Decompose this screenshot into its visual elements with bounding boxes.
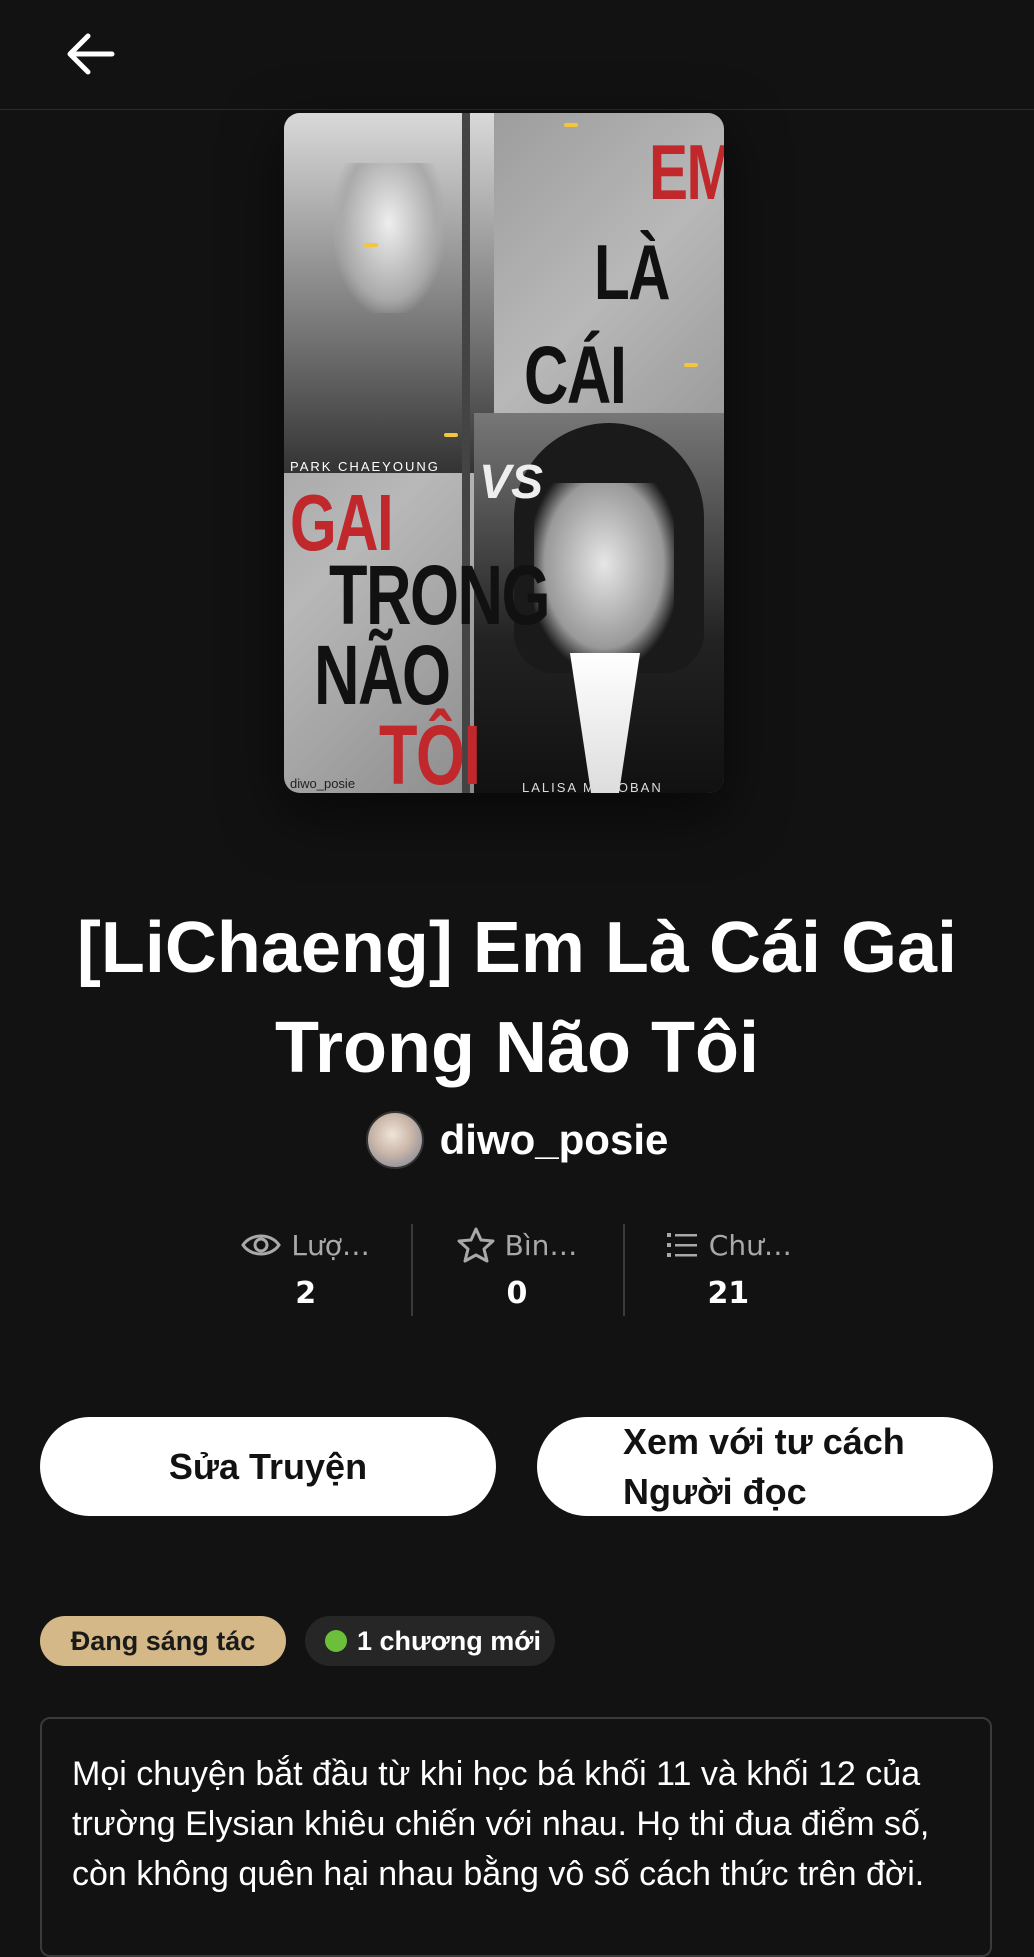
avatar — [365, 1111, 424, 1169]
arrow-left-icon — [67, 33, 115, 75]
top-bar — [0, 0, 1034, 110]
story-stats: Lượ… 2 Bìn… 0 Chư… 21 — [200, 1222, 834, 1318]
status-badge-label: Đang sáng tác — [70, 1625, 256, 1656]
author-name: diwo_posie — [439, 1116, 669, 1163]
stat-value: 0 — [506, 1276, 528, 1311]
cover-word: TÔI — [379, 708, 481, 793]
star-icon — [457, 1227, 495, 1263]
story-description: Mọi chuyện bắt đầu từ khi học bá khối 11… — [40, 1717, 992, 1957]
view-as-reader-button[interactable]: Xem với tư cách Người đọc — [537, 1417, 993, 1516]
view-as-reader-label-line2: Người đọc — [623, 1470, 807, 1512]
cover-vs: VS — [479, 456, 544, 509]
cover-portrait-b — [534, 483, 674, 663]
view-as-reader-label-line1: Xem với tư cách — [623, 1420, 905, 1462]
eye-icon — [241, 1234, 282, 1256]
cover-credit: diwo_posie — [290, 776, 356, 791]
back-button[interactable] — [58, 26, 122, 82]
author-link[interactable]: diwo_posie — [0, 1108, 1034, 1172]
list-icon — [666, 1233, 697, 1257]
cover-word: CÁI — [524, 330, 627, 421]
stat-label: Lượ… — [291, 1228, 370, 1262]
story-cover-image: EM LÀ CÁI GAI TRONG NÃO TÔI VS PARK CHAE… — [284, 113, 724, 793]
stat-reads: Lượ… 2 — [200, 1222, 411, 1318]
stat-value: 21 — [707, 1276, 750, 1311]
cover-word: TRONG — [329, 548, 550, 642]
cover-word: EM — [649, 128, 724, 216]
new-chapters-badge: 1 chương mới — [305, 1616, 555, 1666]
description-text: Mọi chuyện bắt đầu từ khi học bá khối 11… — [72, 1755, 930, 1893]
new-chapters-label: 1 chương mới — [357, 1625, 541, 1656]
stat-label: Chư… — [708, 1228, 792, 1262]
cover-word: LÀ — [594, 228, 670, 316]
stat-label: Bìn… — [504, 1228, 578, 1262]
stat-chapters: Chư… 21 — [622, 1222, 834, 1318]
stat-value: 2 — [295, 1276, 317, 1311]
cover-name-a: PARK CHAEYOUNG — [290, 459, 440, 474]
new-indicator-dot — [325, 1630, 347, 1652]
cover-name-b: LALISA MANOBAN — [522, 780, 663, 793]
stat-votes: Bìn… 0 — [411, 1222, 622, 1318]
story-title: [LiChaeng] Em Là Cái Gai Trong Não Tôi — [76, 908, 958, 1088]
cover-word: NÃO — [314, 628, 451, 722]
status-badge: Đang sáng tác — [40, 1616, 286, 1666]
edit-story-button[interactable]: Sửa Truyện — [40, 1417, 496, 1516]
cover-portrait-a — [334, 163, 444, 313]
edit-story-label: Sửa Truyện — [168, 1445, 368, 1487]
